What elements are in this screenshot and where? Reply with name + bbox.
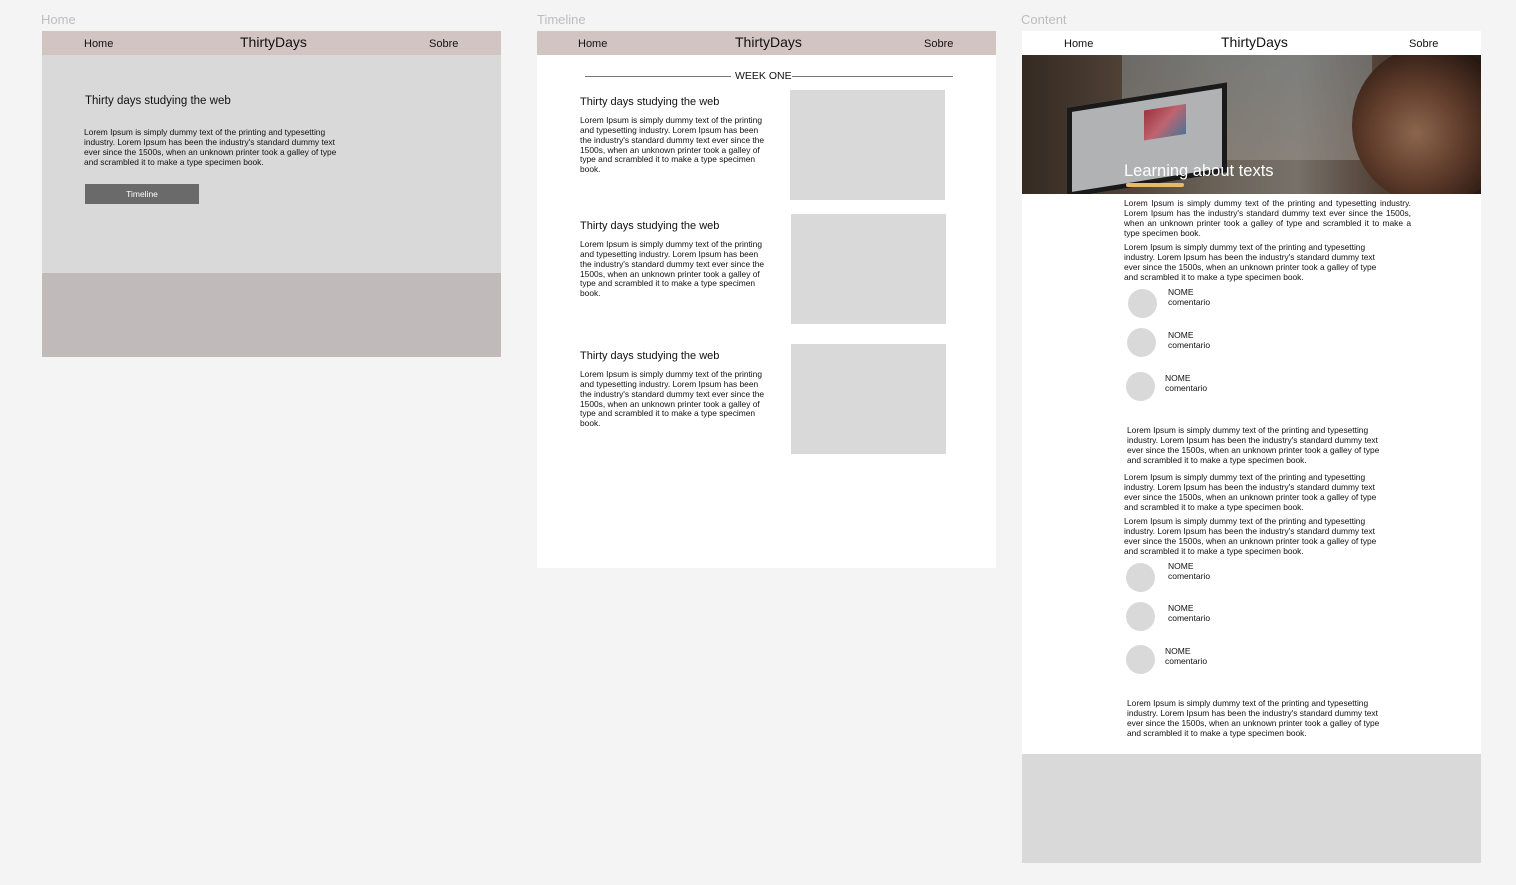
week-divider-left (585, 76, 731, 77)
image-placeholder (790, 90, 945, 200)
comment-text: comentario (1165, 656, 1208, 666)
avatar (1128, 289, 1157, 318)
timeline-item-text: Lorem Ipsum is simply dummy text of the … (580, 115, 765, 175)
comment-text: comentario (1168, 613, 1211, 623)
comment: NOME comentario (1125, 328, 1325, 358)
timeline-button[interactable]: Timeline (85, 184, 199, 204)
comment-name: NOME (1168, 561, 1194, 571)
timeline-item[interactable]: Thirty days studying the web Lorem Ipsum… (537, 90, 996, 208)
comment: NOME comentario (1125, 371, 1325, 401)
article-paragraph: Lorem Ipsum is simply dummy text of the … (1127, 698, 1380, 738)
nav-home-link[interactable]: Home (1064, 38, 1093, 50)
home-frame: Home ThirtyDays Sobre Thirty days studyi… (42, 31, 501, 357)
brand-logo[interactable]: ThirtyDays (240, 34, 307, 50)
nav-sobre-link[interactable]: Sobre (429, 38, 458, 50)
nav-home-link[interactable]: Home (84, 38, 113, 50)
image-placeholder (791, 344, 946, 454)
comment: NOME comentario (1125, 644, 1325, 674)
navbar: Home ThirtyDays Sobre (537, 31, 996, 55)
timeline-item-title[interactable]: Thirty days studying the web (580, 96, 719, 108)
week-heading: WEEK ONE (735, 70, 792, 82)
brand-logo[interactable]: ThirtyDays (735, 34, 802, 50)
footer (42, 273, 501, 357)
nav-home-link[interactable]: Home (578, 38, 607, 50)
comment-text: comentario (1168, 571, 1211, 581)
timeline-item-title[interactable]: Thirty days studying the web (580, 350, 719, 362)
comment-name: NOME (1165, 646, 1191, 656)
comment-text: comentario (1168, 297, 1211, 307)
avatar (1126, 372, 1155, 401)
comment: NOME comentario (1125, 287, 1325, 318)
article-paragraph: Lorem Ipsum is simply dummy text of the … (1124, 472, 1377, 512)
timeline-item-title[interactable]: Thirty days studying the web (580, 220, 719, 232)
comment-text: comentario (1168, 340, 1211, 350)
frame-label-home: Home (41, 12, 76, 27)
page-title: Thirty days studying the web (85, 95, 231, 107)
comment-text: comentario (1165, 383, 1208, 393)
week-divider-right (792, 76, 953, 77)
frame-label-timeline: Timeline (537, 12, 586, 27)
comment-name: NOME (1168, 603, 1194, 613)
avatar (1126, 563, 1155, 592)
intro-text: Lorem Ipsum is simply dummy text of the … (84, 127, 337, 167)
hero-underline (1126, 183, 1184, 187)
footer (1022, 754, 1481, 863)
navbar: Home ThirtyDays Sobre (42, 31, 501, 55)
timeline-frame: Home ThirtyDays Sobre WEEK ONE Thirty da… (537, 31, 996, 568)
article-paragraph: Lorem Ipsum is simply dummy text of the … (1124, 198, 1411, 238)
comment-name: NOME (1165, 373, 1191, 383)
hero-image: Learning about texts (1022, 55, 1481, 194)
brand-logo[interactable]: ThirtyDays (1221, 34, 1288, 50)
article-paragraph: Lorem Ipsum is simply dummy text of the … (1124, 516, 1377, 556)
comment-name: NOME (1168, 287, 1194, 297)
timeline-item[interactable]: Thirty days studying the web Lorem Ipsum… (537, 344, 996, 462)
frame-label-content: Content (1021, 12, 1067, 27)
nav-sobre-link[interactable]: Sobre (924, 38, 953, 50)
avatar (1126, 602, 1155, 631)
timeline-item-text: Lorem Ipsum is simply dummy text of the … (580, 369, 765, 429)
hero-title: Learning about texts (1124, 162, 1274, 180)
article-paragraph: Lorem Ipsum is simply dummy text of the … (1127, 425, 1380, 465)
avatar (1126, 645, 1155, 674)
timeline-item-text: Lorem Ipsum is simply dummy text of the … (580, 239, 765, 299)
comment: NOME comentario (1125, 601, 1325, 631)
article-paragraph: Lorem Ipsum is simply dummy text of the … (1124, 242, 1377, 282)
navbar: Home ThirtyDays Sobre (1022, 31, 1481, 55)
avatar (1127, 328, 1156, 357)
timeline-item[interactable]: Thirty days studying the web Lorem Ipsum… (537, 214, 996, 332)
comment: NOME comentario (1125, 561, 1325, 592)
comment-name: NOME (1168, 330, 1194, 340)
nav-sobre-link[interactable]: Sobre (1409, 38, 1438, 50)
content-frame: Home ThirtyDays Sobre Learning about tex… (1022, 31, 1481, 863)
image-placeholder (791, 214, 946, 324)
